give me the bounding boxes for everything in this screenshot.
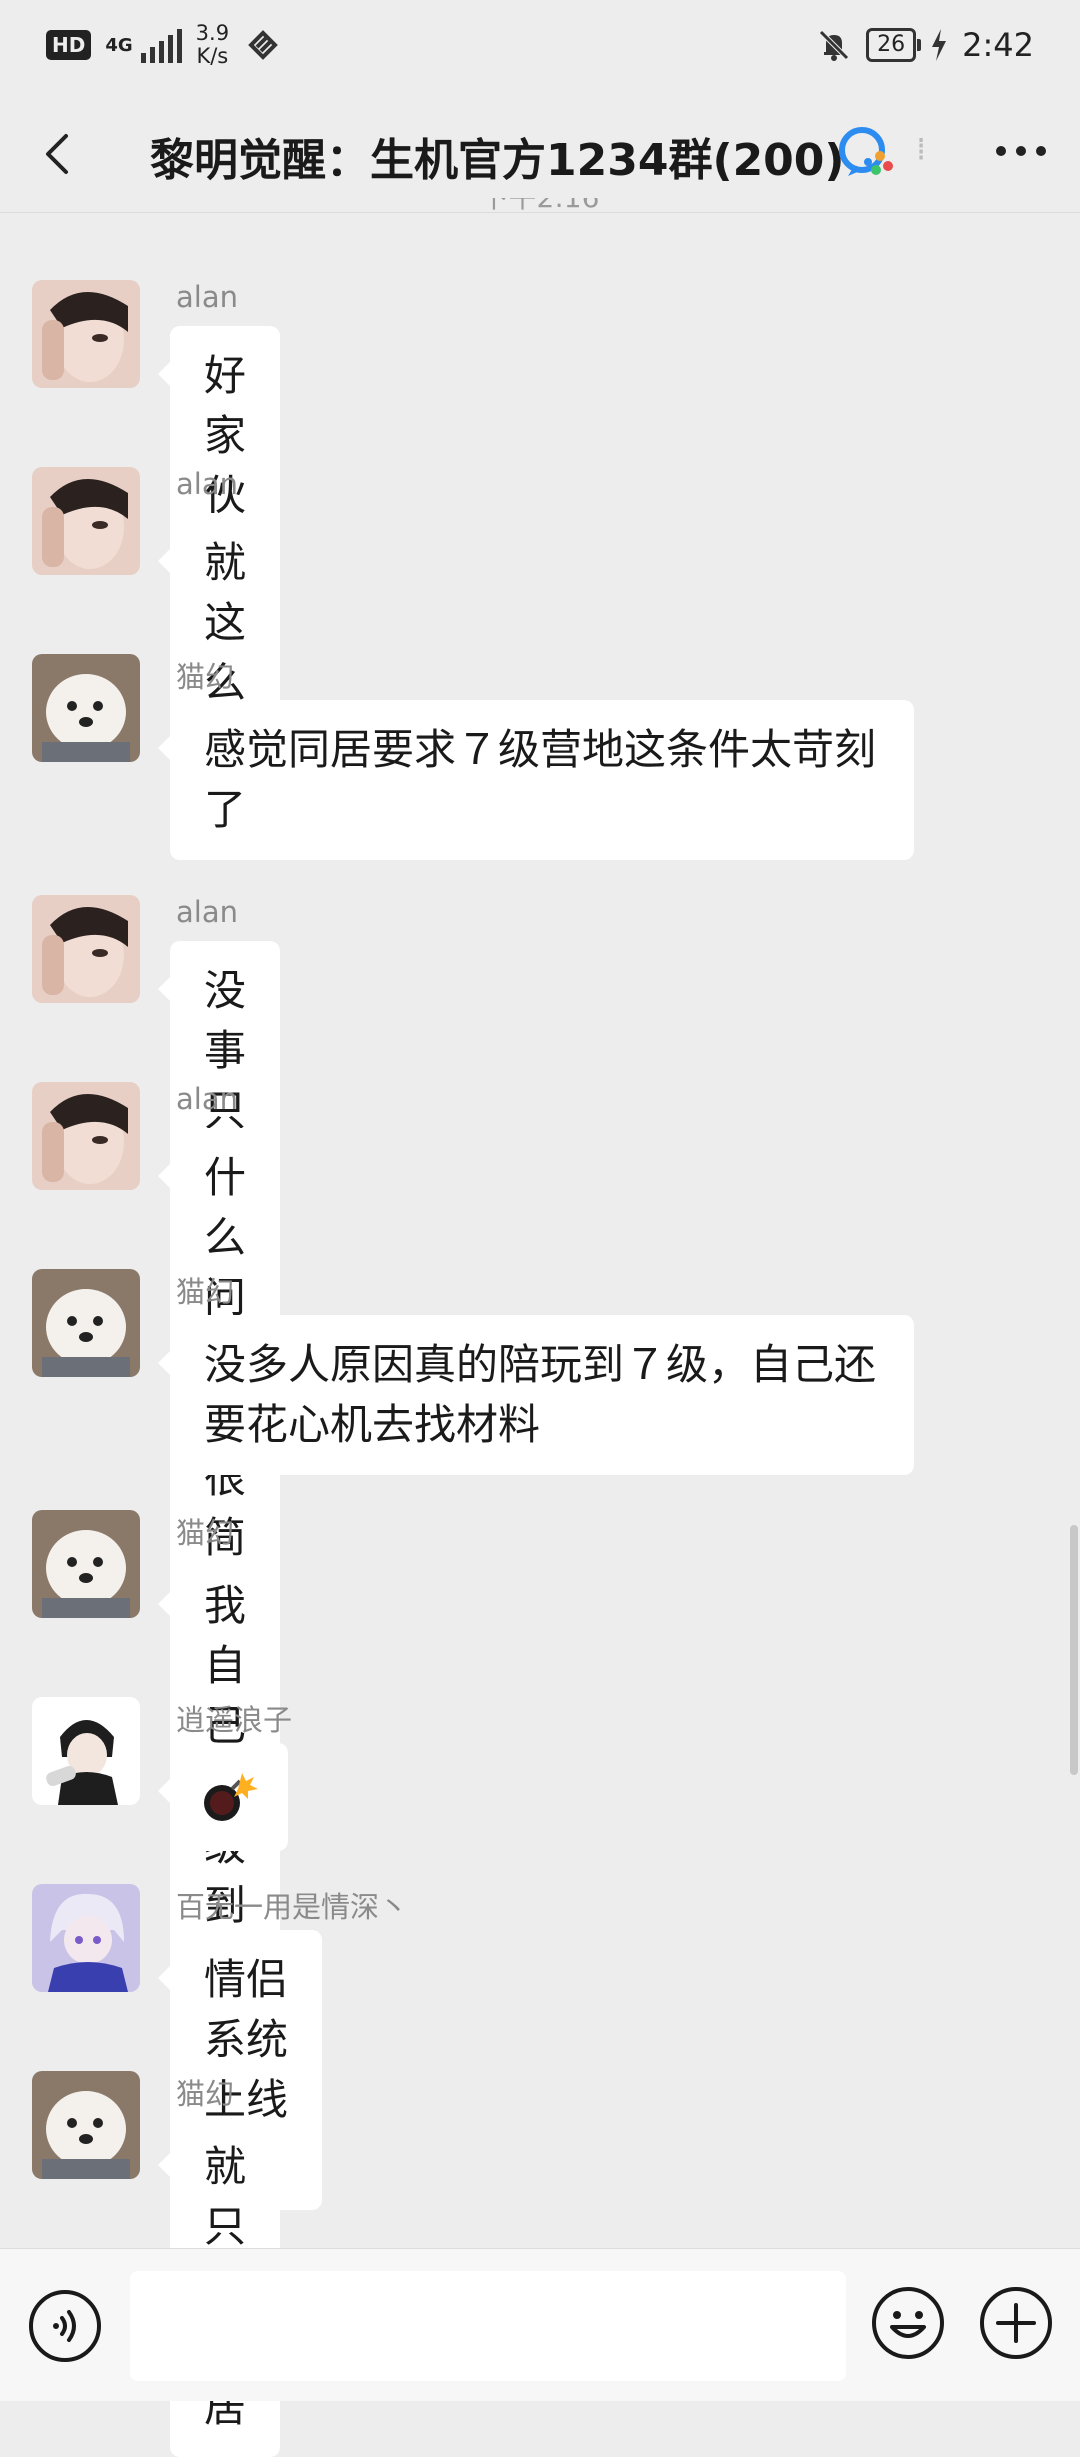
- sender-name: alan: [176, 280, 238, 314]
- message-bubble[interactable]: [158, 1743, 288, 1851]
- page-title: 黎明觉醒：生机官方1234群(200): [150, 135, 845, 186]
- sender-name: 百无一用是情深丶: [176, 1890, 409, 1924]
- message-input[interactable]: [130, 2271, 846, 2381]
- avatar-alan[interactable]: [32, 1082, 140, 1190]
- input-bar: [0, 2248, 1080, 2401]
- signal-icon: [140, 27, 182, 63]
- status-bar: HD 4G 3.9 K/s 26 2:42: [0, 0, 1080, 100]
- wireless-charging-icon: [248, 30, 278, 60]
- group-badge-icon[interactable]: [834, 122, 898, 186]
- status-left: HD 4G 3.9 K/s: [46, 22, 283, 68]
- mute-bell-icon: [819, 30, 849, 61]
- speed-unit: K/s: [196, 44, 229, 68]
- bomb-emoji: [204, 1773, 258, 1821]
- avatar-dog[interactable]: [32, 1269, 140, 1377]
- voice-input-icon[interactable]: [28, 2289, 102, 2363]
- sender-name: 猫幻: [176, 1275, 235, 1309]
- clock: 2:42: [962, 26, 1034, 64]
- sender-name: alan: [176, 1082, 238, 1116]
- hd-badge: HD: [46, 30, 92, 60]
- avatar-anime[interactable]: [32, 1884, 140, 1992]
- network-type: 4G: [105, 34, 133, 56]
- avatar-dog[interactable]: [32, 1510, 140, 1618]
- avatar-boy[interactable]: [32, 1697, 140, 1805]
- sender-name: alan: [176, 895, 238, 929]
- time-divider: 下午2:16: [0, 198, 1080, 224]
- sender-name: 逍遥浪子: [176, 1703, 293, 1737]
- emoji-icon[interactable]: [870, 2285, 946, 2361]
- avatar-alan[interactable]: [32, 467, 140, 575]
- sender-name: 猫幻: [176, 1516, 235, 1550]
- sender-name: alan: [176, 467, 238, 501]
- avatar-dog[interactable]: [32, 2071, 140, 2179]
- truncated-indicator-icon: ⁞: [916, 130, 927, 168]
- back-arrow-icon[interactable]: [30, 124, 90, 184]
- battery-indicator: 26: [866, 28, 922, 62]
- avatar-dog[interactable]: [32, 654, 140, 762]
- avatar-alan[interactable]: [32, 895, 140, 1003]
- message-bubble[interactable]: 没多人原因真的陪玩到７级，自己还要花心机去找材料: [158, 1315, 914, 1475]
- message-bubble[interactable]: 感觉同居要求７级营地这条件太苛刻了: [158, 700, 914, 860]
- more-options-icon[interactable]: [996, 146, 1046, 156]
- sender-name: 猫幻: [176, 2077, 235, 2111]
- speed-value: 3.9: [195, 21, 230, 45]
- sender-name: 猫幻: [176, 660, 235, 694]
- network-speed: 3.9 K/s: [196, 22, 229, 68]
- chat-scrollbar[interactable]: [1070, 1525, 1078, 1775]
- plus-icon[interactable]: [978, 2285, 1054, 2361]
- status-right: 26 2:42: [816, 26, 1034, 64]
- chat-header: 黎明觉醒：生机官方1234群(200) ⁞: [0, 100, 1080, 213]
- avatar-alan[interactable]: [32, 280, 140, 388]
- charging-bolt-icon: [932, 29, 947, 61]
